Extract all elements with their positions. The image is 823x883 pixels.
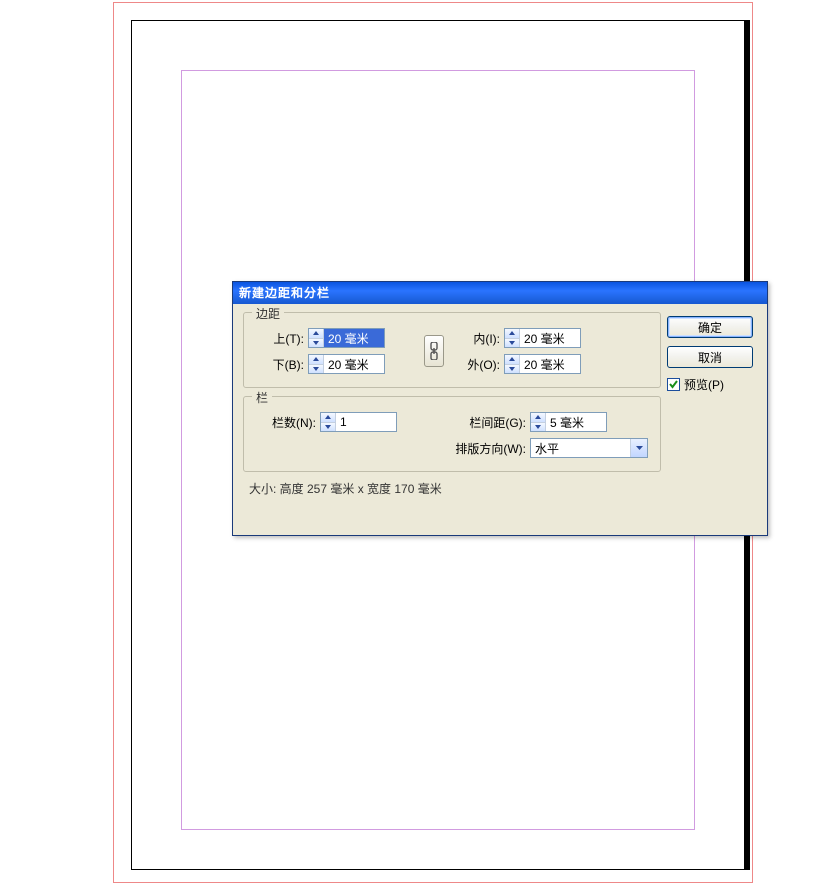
margin-inside-label: 内(I): bbox=[452, 330, 504, 347]
dialog-status-text: 大小: 高度 257 毫米 x 宽度 170 毫米 bbox=[243, 480, 661, 497]
column-count-spinner[interactable] bbox=[320, 412, 397, 432]
chevron-down-icon[interactable] bbox=[630, 439, 647, 457]
spinner-up-icon[interactable] bbox=[309, 355, 323, 365]
spinner-up-icon[interactable] bbox=[531, 413, 545, 423]
spinner-down-icon[interactable] bbox=[321, 423, 335, 432]
margin-inside-spinner[interactable] bbox=[504, 328, 581, 348]
columns-legend: 栏 bbox=[252, 389, 272, 406]
checkbox-box[interactable] bbox=[667, 378, 680, 391]
link-margins-button[interactable] bbox=[424, 335, 444, 367]
margins-columns-dialog: 新建边距和分栏 边距 上(T): bbox=[232, 281, 768, 536]
margin-bottom-spinner[interactable] bbox=[308, 354, 385, 374]
spinner-down-icon[interactable] bbox=[309, 339, 323, 348]
direction-value: 水平 bbox=[531, 440, 630, 457]
spinner-down-icon[interactable] bbox=[505, 365, 519, 374]
cancel-button[interactable]: 取消 bbox=[667, 346, 753, 368]
margin-top-spinner[interactable] bbox=[308, 328, 385, 348]
margin-outside-spinner[interactable] bbox=[504, 354, 581, 374]
direction-dropdown[interactable]: 水平 bbox=[530, 438, 648, 458]
spinner-down-icon[interactable] bbox=[505, 339, 519, 348]
dialog-titlebar[interactable]: 新建边距和分栏 bbox=[233, 282, 767, 304]
column-count-label: 栏数(N): bbox=[256, 414, 320, 431]
spinner-up-icon[interactable] bbox=[321, 413, 335, 423]
margins-legend: 边距 bbox=[252, 305, 284, 322]
spinner-down-icon[interactable] bbox=[309, 365, 323, 374]
ok-button[interactable]: 确定 bbox=[667, 316, 753, 338]
chain-link-icon bbox=[430, 342, 438, 360]
spinner-up-icon[interactable] bbox=[309, 329, 323, 339]
dialog-title: 新建边距和分栏 bbox=[239, 286, 330, 300]
checkmark-icon bbox=[669, 380, 678, 389]
spinner-down-icon[interactable] bbox=[531, 423, 545, 432]
margin-top-label: 上(T): bbox=[256, 330, 308, 347]
gutter-input[interactable] bbox=[546, 413, 606, 431]
margins-group: 边距 上(T): bbox=[243, 312, 661, 388]
margin-top-input[interactable] bbox=[324, 329, 384, 347]
gutter-label: 栏间距(G): bbox=[450, 414, 530, 431]
margin-bottom-label: 下(B): bbox=[256, 356, 308, 373]
margin-inside-input[interactable] bbox=[520, 329, 580, 347]
margin-outside-label: 外(O): bbox=[452, 356, 504, 373]
margin-outside-input[interactable] bbox=[520, 355, 580, 373]
gutter-spinner[interactable] bbox=[530, 412, 607, 432]
spinner-up-icon[interactable] bbox=[505, 355, 519, 365]
preview-checkbox-label: 预览(P) bbox=[684, 376, 724, 393]
columns-group: 栏 栏数(N): bbox=[243, 396, 661, 472]
spinner-up-icon[interactable] bbox=[505, 329, 519, 339]
margin-bottom-input[interactable] bbox=[324, 355, 384, 373]
direction-label: 排版方向(W): bbox=[450, 440, 530, 457]
column-count-input[interactable] bbox=[336, 413, 396, 431]
preview-checkbox[interactable]: 预览(P) bbox=[667, 376, 757, 393]
